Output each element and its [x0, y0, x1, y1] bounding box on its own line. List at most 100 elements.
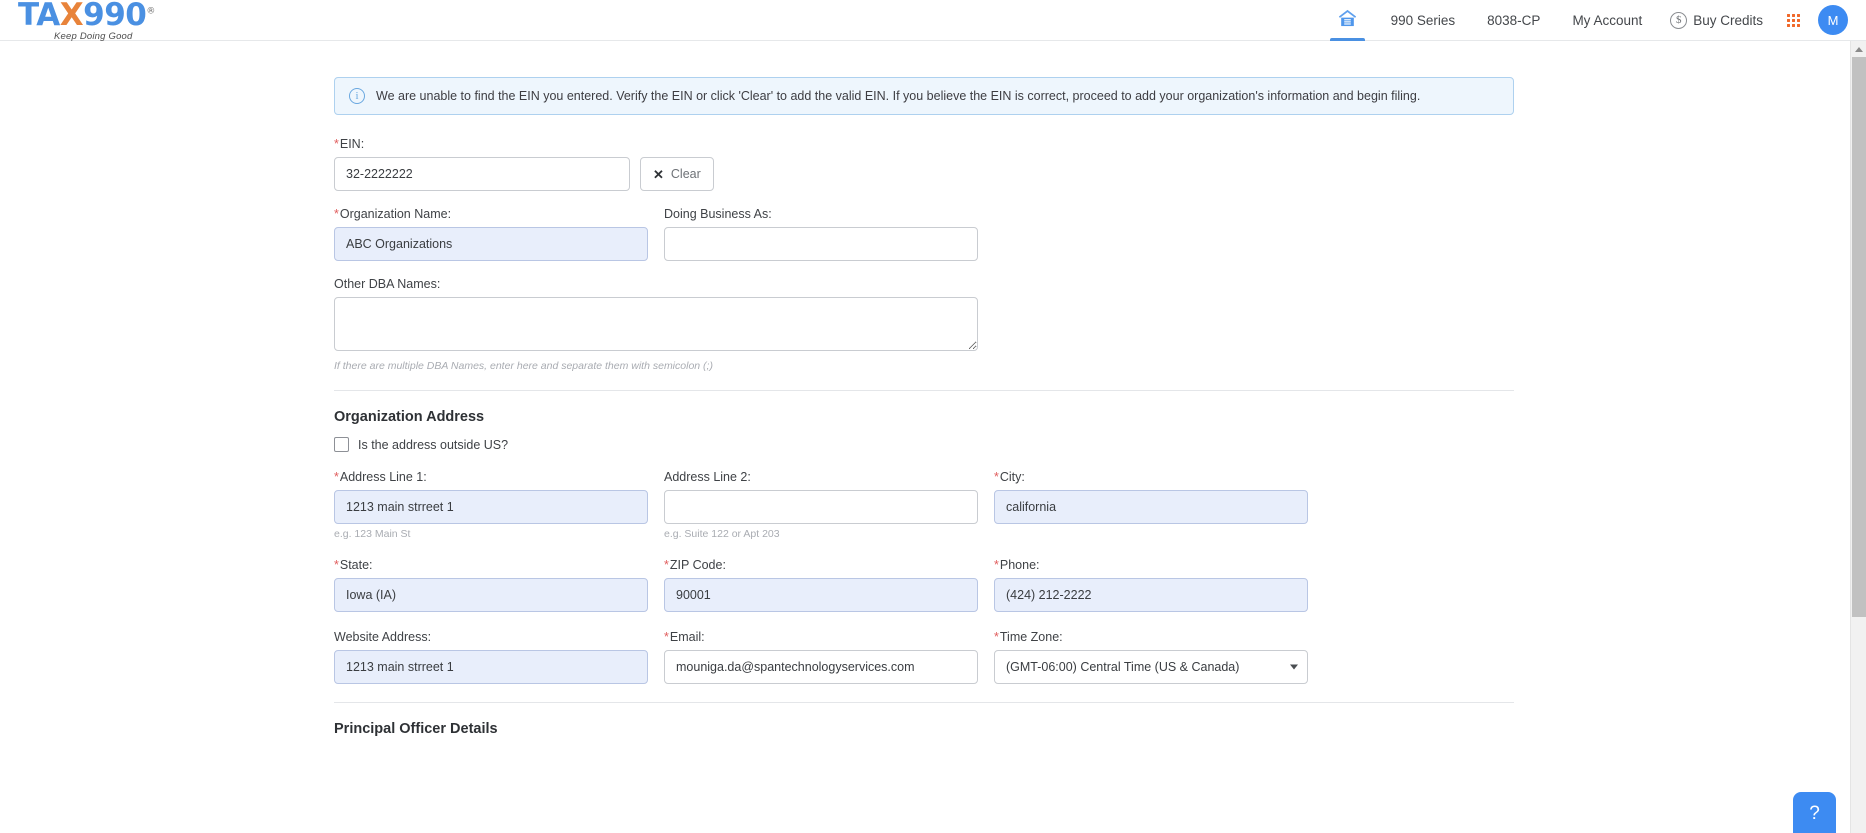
address-row-2: *State: *ZIP Code: *Phone:: [334, 558, 1514, 612]
state-input[interactable]: [334, 578, 648, 612]
home-icon: [1336, 7, 1359, 34]
main-nav: 990 Series 8038-CP My Account $ Buy Cred…: [1320, 0, 1866, 41]
city-label-text: City:: [999, 470, 1025, 484]
principal-officer-title: Principal Officer Details: [334, 721, 498, 737]
registered-trademark-icon: ®: [146, 6, 155, 17]
organization-address-title: Organization Address: [334, 409, 485, 425]
email-group: *Email:: [664, 630, 978, 684]
phone-label-text: Phone:: [999, 558, 1040, 572]
org-name-input[interactable]: [334, 227, 648, 261]
clear-ein-button[interactable]: ✕ Clear: [640, 157, 714, 191]
required-marker: *: [664, 558, 669, 572]
other-dba-hint: If there are multiple DBA Names, enter h…: [334, 360, 713, 372]
ein-label-text: EIN:: [339, 137, 365, 151]
close-x-icon: ✕: [653, 166, 664, 182]
city-input[interactable]: [994, 490, 1308, 524]
ein-not-found-alert: i We are unable to find the EIN you ente…: [334, 77, 1514, 115]
grid-dot: [1797, 18, 1800, 22]
page-scrollbar[interactable]: [1850, 41, 1866, 833]
organization-details-form: *EIN: ✕ Clear *Organization Name: Doing …: [334, 115, 1514, 737]
logo-text: TAX990®: [18, 0, 155, 31]
required-marker: *: [664, 630, 669, 644]
apps-grid-icon[interactable]: [1777, 13, 1810, 27]
phone-input[interactable]: [994, 578, 1308, 612]
address-line-2-input[interactable]: [664, 490, 978, 524]
other-dba-field-group: Other DBA Names: If there are multiple D…: [334, 277, 978, 372]
address-outside-us-checkbox[interactable]: [334, 437, 349, 452]
clear-button-label: Clear: [670, 167, 701, 181]
city-group: *City:: [994, 470, 1308, 540]
ein-label: *EIN:: [334, 137, 1514, 151]
info-circle-icon: i: [349, 88, 365, 104]
org-name-field-group: *Organization Name:: [334, 207, 648, 261]
phone-group: *Phone:: [994, 558, 1308, 612]
city-label: *City:: [994, 470, 1308, 484]
nav-item-8038-cp[interactable]: 8038-CP: [1471, 0, 1556, 41]
address-line-1-input[interactable]: [334, 490, 648, 524]
outside-us-row: Is the address outside US?: [334, 437, 1514, 452]
section-divider-2: [334, 702, 1514, 703]
nav-item-990-series[interactable]: 990 Series: [1375, 0, 1472, 41]
logo-text-x: X: [59, 0, 84, 34]
required-marker: *: [334, 470, 339, 484]
phone-label: *Phone:: [994, 558, 1308, 572]
zip-label: *ZIP Code:: [664, 558, 978, 572]
contact-row: Website Address: *Email: *Time Zone: (GM…: [334, 630, 1514, 684]
address-line-2-label: Address Line 2:: [664, 470, 751, 484]
dollar-circle-icon: $: [1670, 11, 1688, 29]
address-line-1-label-text: Address Line 1:: [339, 470, 427, 484]
scroll-up-arrow-icon[interactable]: [1851, 41, 1866, 57]
buy-credits-label: Buy Credits: [1693, 12, 1763, 28]
ein-row: ✕ Clear: [334, 157, 1514, 191]
help-button[interactable]: ?: [1793, 792, 1836, 833]
org-name-row: *Organization Name: Doing Business As:: [334, 207, 1514, 261]
required-marker: *: [334, 207, 339, 221]
ein-input[interactable]: [334, 157, 630, 191]
timezone-select[interactable]: (GMT-06:00) Central Time (US & Canada): [994, 650, 1308, 684]
grid-dot: [1792, 23, 1795, 27]
brand-logo[interactable]: TAX990® Keep Doing Good: [18, 0, 155, 42]
zip-group: *ZIP Code:: [664, 558, 978, 612]
alert-message: We are unable to find the EIN you entere…: [376, 88, 1421, 103]
email-label: *Email:: [664, 630, 978, 644]
zip-input[interactable]: [664, 578, 978, 612]
required-marker: *: [994, 558, 999, 572]
required-marker: *: [994, 630, 999, 644]
nav-home-tab[interactable]: [1320, 0, 1375, 41]
doing-business-as-label: Doing Business As:: [664, 207, 772, 221]
section-divider: [334, 390, 1514, 391]
other-dba-label: Other DBA Names:: [334, 277, 441, 291]
page-scroll-area: i We are unable to find the EIN you ente…: [0, 41, 1866, 833]
nav-item-buy-credits[interactable]: $ Buy Credits: [1658, 0, 1777, 41]
form-container: i We are unable to find the EIN you ente…: [334, 41, 1514, 737]
state-label-text: State:: [339, 558, 373, 572]
state-group: *State:: [334, 558, 648, 612]
address-line-2-hint: e.g. Suite 122 or Apt 203: [664, 528, 780, 540]
address-row-1: *Address Line 1: e.g. 123 Main St Addres…: [334, 470, 1514, 540]
address-line-2-group: Address Line 2: e.g. Suite 122 or Apt 20…: [664, 470, 978, 540]
doing-business-as-input[interactable]: [664, 227, 978, 261]
logo-text-left: TA: [18, 0, 60, 34]
grid-dot: [1787, 18, 1790, 22]
timezone-select-wrap: (GMT-06:00) Central Time (US & Canada): [994, 650, 1308, 684]
other-dba-textarea[interactable]: [334, 297, 978, 351]
required-marker: *: [334, 558, 339, 572]
website-input[interactable]: [334, 650, 648, 684]
required-marker: *: [334, 137, 339, 151]
timezone-label: *Time Zone:: [994, 630, 1308, 644]
email-label-text: Email:: [669, 630, 705, 644]
app-header: TAX990® Keep Doing Good 990 Series 8038-…: [0, 0, 1866, 41]
grid-dot: [1797, 23, 1800, 27]
scrollbar-thumb[interactable]: [1852, 57, 1866, 617]
address-line-1-group: *Address Line 1: e.g. 123 Main St: [334, 470, 648, 540]
org-name-label-text: Organization Name:: [339, 207, 452, 221]
website-group: Website Address:: [334, 630, 648, 684]
nav-item-my-account[interactable]: My Account: [1556, 0, 1658, 41]
user-avatar[interactable]: M: [1818, 5, 1848, 35]
required-marker: *: [994, 470, 999, 484]
email-input[interactable]: [664, 650, 978, 684]
grid-dot: [1792, 13, 1795, 17]
website-label: Website Address:: [334, 630, 432, 644]
grid-dot: [1787, 23, 1790, 27]
grid-dot: [1787, 13, 1790, 17]
